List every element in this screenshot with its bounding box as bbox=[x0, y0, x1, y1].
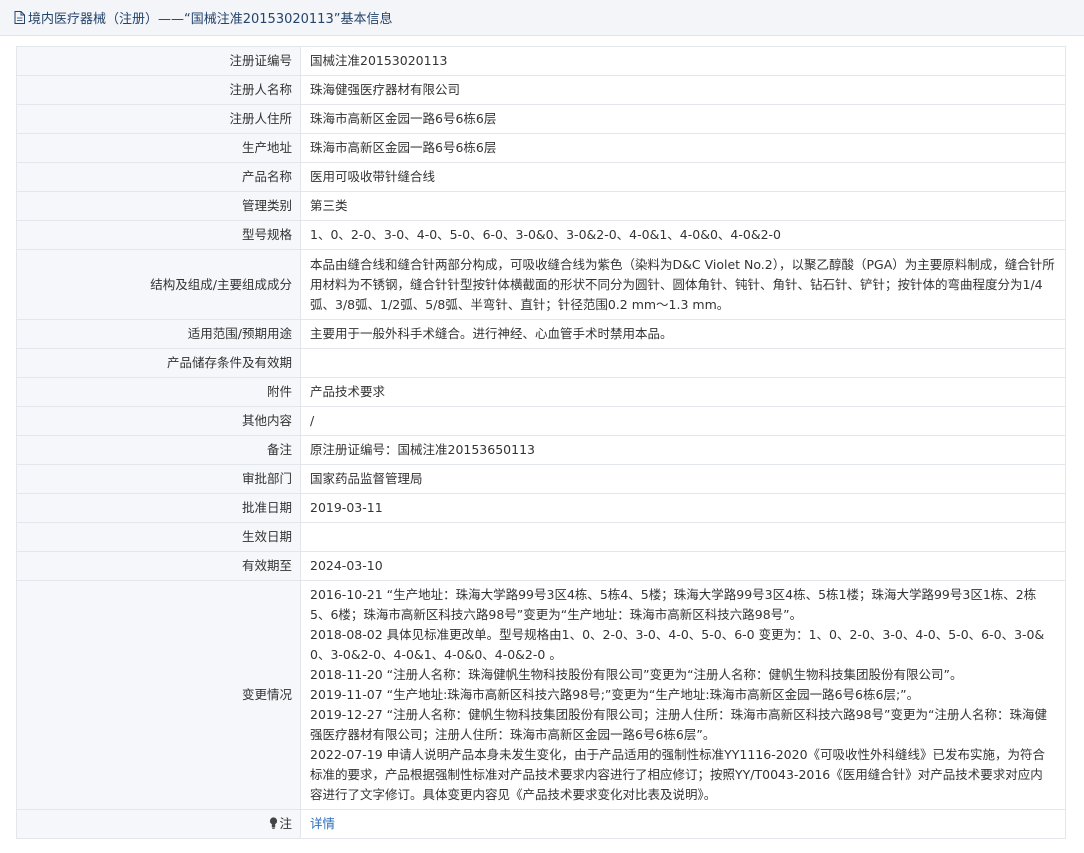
row-value: 主要用于一般外科手术缝合。进行神经、心血管手术时禁用本品。 bbox=[300, 319, 1066, 349]
row-value bbox=[300, 522, 1066, 552]
table-row: 其他内容 / bbox=[16, 406, 1066, 436]
row-label: 注册证编号 bbox=[16, 46, 301, 76]
table-row: 管理类别 第三类 bbox=[16, 191, 1066, 221]
row-value: 2019-03-11 bbox=[300, 493, 1066, 523]
row-label: 管理类别 bbox=[16, 191, 301, 221]
row-value: 第三类 bbox=[300, 191, 1066, 221]
row-label: 有效期至 bbox=[16, 551, 301, 581]
row-value: 原注册证编号：国械注准20153650113 bbox=[300, 435, 1066, 465]
page-title: 境内医疗器械（注册）——“国械注准20153020113”基本信息 bbox=[28, 12, 393, 27]
row-value: 1、0、2-0、3-0、4-0、5-0、6-0、3-0&0、3-0&2-0、4-… bbox=[300, 220, 1066, 250]
row-label: 生产地址 bbox=[16, 133, 301, 163]
change-entry: 2016-10-21 “生产地址：珠海大学路99号3区4栋、5栋4、5楼；珠海大… bbox=[310, 587, 1037, 622]
row-label: 批准日期 bbox=[16, 493, 301, 523]
document-icon bbox=[14, 11, 25, 24]
row-value: 医用可吸收带针缝合线 bbox=[300, 162, 1066, 192]
changes-list: 2016-10-21 “生产地址：珠海大学路99号3区4栋、5栋4、5楼；珠海大… bbox=[300, 580, 1066, 810]
table-row: 备注 原注册证编号：国械注准20153650113 bbox=[16, 435, 1066, 465]
table-row: 适用范围/预期用途 主要用于一般外科手术缝合。进行神经、心血管手术时禁用本品。 bbox=[16, 319, 1066, 349]
row-value: 珠海健强医疗器材有限公司 bbox=[300, 75, 1066, 105]
row-label: 型号规格 bbox=[16, 220, 301, 250]
table-row-note: 注 详情 bbox=[16, 809, 1066, 839]
change-entry: 2022-07-19 申请人说明产品本身未发生变化，由于产品适用的强制性标准YY… bbox=[310, 747, 1046, 802]
row-label: 注册人名称 bbox=[16, 75, 301, 105]
table-row: 生产地址 珠海市高新区金园一路6号6栋6层 bbox=[16, 133, 1066, 163]
row-value: 产品技术要求 bbox=[300, 377, 1066, 407]
note-label-cell: 注 bbox=[16, 809, 301, 839]
table-row: 注册人住所 珠海市高新区金园一路6号6栋6层 bbox=[16, 104, 1066, 134]
row-label: 结构及组成/主要组成成分 bbox=[16, 249, 301, 320]
table-row-changes: 变更情况 2016-10-21 “生产地址：珠海大学路99号3区4栋、5栋4、5楼… bbox=[16, 580, 1066, 810]
row-label: 适用范围/预期用途 bbox=[16, 319, 301, 349]
page-header: 境内医疗器械（注册）——“国械注准20153020113”基本信息 bbox=[0, 0, 1084, 36]
row-value: 国械注准20153020113 bbox=[300, 46, 1066, 76]
row-label: 审批部门 bbox=[16, 464, 301, 494]
change-entry: 2018-08-02 具体见标准更改单。型号规格由1、0、2-0、3-0、4-0… bbox=[310, 627, 1045, 662]
lightbulb-icon bbox=[270, 817, 278, 829]
row-value: 2024-03-10 bbox=[300, 551, 1066, 581]
info-table: 注册证编号 国械注准20153020113 注册人名称 珠海健强医疗器材有限公司 注册人… bbox=[16, 46, 1066, 839]
table-row: 生效日期 bbox=[16, 522, 1066, 552]
table-row: 型号规格 1、0、2-0、3-0、4-0、5-0、6-0、3-0&0、3-0&2-… bbox=[16, 220, 1066, 250]
table-row: 有效期至 2024-03-10 bbox=[16, 551, 1066, 581]
table-row: 产品储存条件及有效期 bbox=[16, 348, 1066, 378]
change-entry: 2018-11-20 “注册人名称：珠海健帆生物科技股份有限公司”变更为“注册人… bbox=[310, 667, 963, 682]
table-row: 审批部门 国家药品监督管理局 bbox=[16, 464, 1066, 494]
table-row: 结构及组成/主要组成成分 本品由缝合线和缝合针两部分构成，可吸收缝合线为紫色（染料… bbox=[16, 249, 1066, 320]
row-label: 生效日期 bbox=[16, 522, 301, 552]
row-label: 附件 bbox=[16, 377, 301, 407]
row-label: 其他内容 bbox=[16, 406, 301, 436]
row-value: 本品由缝合线和缝合针两部分构成，可吸收缝合线为紫色（染料为D&C Violet … bbox=[300, 249, 1066, 320]
note-value-cell: 详情 bbox=[300, 809, 1066, 839]
row-value bbox=[300, 348, 1066, 378]
row-value: 国家药品监督管理局 bbox=[300, 464, 1066, 494]
row-value: 珠海市高新区金园一路6号6栋6层 bbox=[300, 133, 1066, 163]
row-value: / bbox=[300, 406, 1066, 436]
row-label: 备注 bbox=[16, 435, 301, 465]
row-label: 产品储存条件及有效期 bbox=[16, 348, 301, 378]
table-row: 产品名称 医用可吸收带针缝合线 bbox=[16, 162, 1066, 192]
note-label: 注 bbox=[279, 816, 292, 831]
table-row: 批准日期 2019-03-11 bbox=[16, 493, 1066, 523]
table-row: 注册证编号 国械注准20153020113 bbox=[16, 46, 1066, 76]
row-label: 产品名称 bbox=[16, 162, 301, 192]
table-row: 附件 产品技术要求 bbox=[16, 377, 1066, 407]
table-row: 注册人名称 珠海健强医疗器材有限公司 bbox=[16, 75, 1066, 105]
changes-label: 变更情况 bbox=[16, 580, 301, 810]
row-value: 珠海市高新区金园一路6号6栋6层 bbox=[300, 104, 1066, 134]
row-label: 注册人住所 bbox=[16, 104, 301, 134]
change-entry: 2019-12-27 “注册人名称：健帆生物科技集团股份有限公司；注册人住所：珠… bbox=[310, 707, 1047, 742]
details-link[interactable]: 详情 bbox=[310, 816, 335, 831]
change-entry: 2019-11-07 “生产地址:珠海市高新区科技六路98号;”变更为“生产地址… bbox=[310, 687, 920, 702]
